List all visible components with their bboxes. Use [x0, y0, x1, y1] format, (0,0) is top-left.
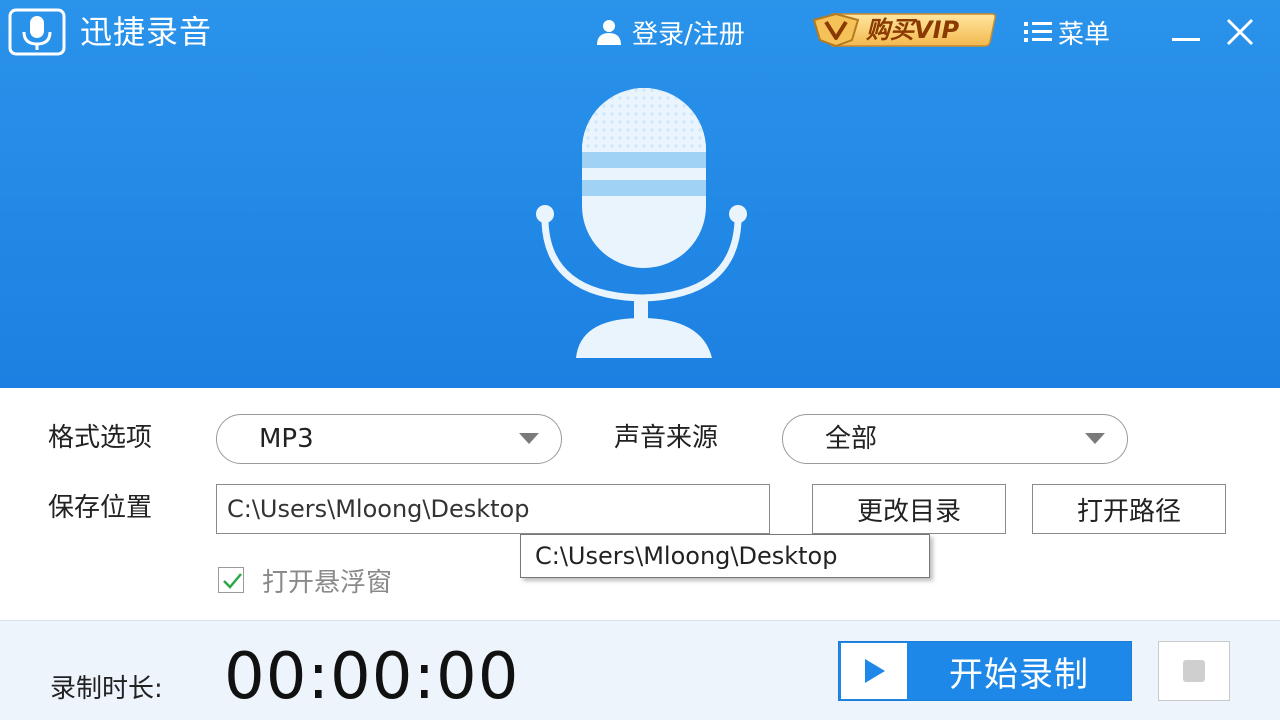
change-directory-label: 更改目录	[856, 496, 961, 527]
source-select-value: 全部	[825, 424, 878, 454]
format-label: 格式选项	[48, 423, 153, 453]
checkbox[interactable]	[218, 567, 244, 593]
open-path-button[interactable]: 打开路径	[1032, 484, 1226, 534]
floating-window-checkbox[interactable]: 打开悬浮窗	[218, 560, 392, 600]
buy-vip-button[interactable]: 购买VIP	[812, 12, 998, 48]
checkmark-icon	[223, 573, 242, 589]
chevron-down-icon	[519, 433, 539, 444]
buy-vip-label: 购买VIP	[866, 16, 960, 44]
close-icon	[1226, 18, 1254, 46]
source-select[interactable]: 全部	[782, 414, 1128, 464]
save-location-label: 保存位置	[48, 493, 153, 523]
stop-icon	[1183, 660, 1205, 682]
floating-window-label: 打开悬浮窗	[262, 567, 393, 598]
close-button[interactable]	[1222, 14, 1258, 50]
format-select-value: MP3	[259, 424, 314, 454]
duration-label: 录制时长:	[50, 674, 163, 704]
minimize-button[interactable]	[1168, 14, 1204, 50]
vip-crown-icon	[812, 12, 860, 48]
menu-label: 菜单	[1058, 19, 1111, 50]
minimize-icon	[1172, 38, 1200, 41]
stop-recording-button[interactable]	[1158, 641, 1230, 701]
login-register-label: 登录/注册	[632, 19, 745, 50]
footer-bar: 录制时长: 00:00:00 开始录制	[0, 620, 1280, 720]
path-tooltip: C:\Users\Mloong\Desktop	[520, 534, 930, 578]
duration-timer: 00:00:00	[224, 640, 520, 714]
format-select[interactable]: MP3	[216, 414, 562, 464]
start-recording-label: 开始录制	[949, 654, 1089, 695]
microphone-logo-icon	[8, 8, 66, 56]
menu-button[interactable]: 菜单	[1022, 12, 1110, 52]
settings-panel: 格式选项 MP3 声音来源 全部 保存位置 更改目录 打开路径 打开悬浮窗 C:…	[0, 388, 1280, 620]
login-register-button[interactable]: 登录/注册	[594, 12, 745, 52]
save-path-input[interactable]	[216, 484, 770, 534]
microphone-illustration	[520, 86, 760, 362]
play-icon	[841, 643, 907, 699]
title-bar[interactable]: 迅捷录音 登录/注册 购买VIP 菜单	[0, 0, 1280, 64]
source-label: 声音来源	[614, 423, 719, 453]
menu-list-icon	[1022, 18, 1054, 46]
open-path-label: 打开路径	[1076, 496, 1181, 527]
header-banner: 迅捷录音 登录/注册 购买VIP 菜单	[0, 0, 1280, 388]
user-icon	[594, 17, 624, 47]
change-directory-button[interactable]: 更改目录	[812, 484, 1006, 534]
start-recording-button[interactable]: 开始录制	[838, 641, 1132, 701]
app-title: 迅捷录音	[80, 13, 213, 51]
chevron-down-icon	[1085, 433, 1105, 444]
